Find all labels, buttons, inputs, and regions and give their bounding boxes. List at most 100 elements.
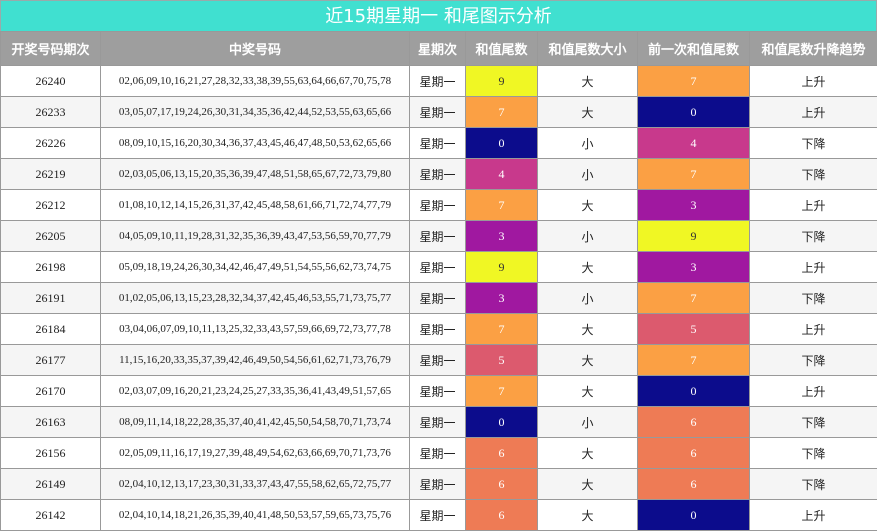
cell-prev-tail: 6: [638, 469, 750, 500]
cell-prev-tail: 3: [638, 190, 750, 221]
cell-tail: 6: [466, 438, 538, 469]
cell-issue: 26191: [1, 283, 101, 314]
cell-trend: 下降: [750, 438, 877, 469]
cell-numbers: 05,09,18,19,24,26,30,34,42,46,47,49,51,5…: [101, 252, 410, 283]
cell-prev-tail: 4: [638, 128, 750, 159]
table-row: 2622608,09,10,15,16,20,30,34,36,37,43,45…: [1, 128, 877, 159]
cell-size: 大: [538, 469, 638, 500]
cell-tail: 7: [466, 314, 538, 345]
cell-issue: 26219: [1, 159, 101, 190]
cell-issue: 26156: [1, 438, 101, 469]
cell-weekday: 星期一: [410, 97, 466, 128]
cell-trend: 上升: [750, 97, 877, 128]
cell-numbers: 03,05,07,17,19,24,26,30,31,34,35,36,42,4…: [101, 97, 410, 128]
table-row: 2615602,05,09,11,16,17,19,27,39,48,49,54…: [1, 438, 877, 469]
cell-numbers: 02,04,10,14,18,21,26,35,39,40,41,48,50,5…: [101, 500, 410, 531]
cell-tail: 0: [466, 128, 538, 159]
cell-size: 大: [538, 438, 638, 469]
cell-prev-tail: 3: [638, 252, 750, 283]
table-row: 2618403,04,06,07,09,10,11,13,25,32,33,43…: [1, 314, 877, 345]
cell-size: 小: [538, 283, 638, 314]
cell-issue: 26149: [1, 469, 101, 500]
cell-prev-tail: 6: [638, 407, 750, 438]
cell-trend: 上升: [750, 66, 877, 97]
cell-weekday: 星期一: [410, 66, 466, 97]
cell-trend: 上升: [750, 500, 877, 531]
cell-weekday: 星期一: [410, 314, 466, 345]
cell-size: 大: [538, 345, 638, 376]
cell-prev-tail: 6: [638, 438, 750, 469]
cell-weekday: 星期一: [410, 469, 466, 500]
cell-weekday: 星期一: [410, 283, 466, 314]
cell-prev-tail: 0: [638, 97, 750, 128]
cell-numbers: 11,15,16,20,33,35,37,39,42,46,49,50,54,5…: [101, 345, 410, 376]
cell-issue: 26212: [1, 190, 101, 221]
cell-size: 大: [538, 66, 638, 97]
cell-weekday: 星期一: [410, 500, 466, 531]
cell-prev-tail: 0: [638, 500, 750, 531]
cell-size: 小: [538, 128, 638, 159]
cell-weekday: 星期一: [410, 438, 466, 469]
cell-tail: 3: [466, 283, 538, 314]
header-trend: 和值尾数升降趋势: [750, 32, 877, 66]
cell-weekday: 星期一: [410, 190, 466, 221]
cell-size: 大: [538, 500, 638, 531]
cell-trend: 下降: [750, 407, 877, 438]
cell-issue: 26226: [1, 128, 101, 159]
cell-tail: 9: [466, 66, 538, 97]
header-prev-tail: 前一次和值尾数: [638, 32, 750, 66]
cell-trend: 上升: [750, 376, 877, 407]
table-header-row: 开奖号码期次 中奖号码 星期次 和值尾数 和值尾数大小 前一次和值尾数 和值尾数…: [1, 32, 877, 66]
cell-numbers: 02,06,09,10,16,21,27,28,32,33,38,39,55,6…: [101, 66, 410, 97]
cell-prev-tail: 7: [638, 66, 750, 97]
cell-trend: 下降: [750, 221, 877, 252]
table-row: 2619101,02,05,06,13,15,23,28,32,34,37,42…: [1, 283, 877, 314]
cell-prev-tail: 9: [638, 221, 750, 252]
table-row: 2621201,08,10,12,14,15,26,31,37,42,45,48…: [1, 190, 877, 221]
cell-trend: 下降: [750, 128, 877, 159]
cell-issue: 26198: [1, 252, 101, 283]
cell-tail: 3: [466, 221, 538, 252]
cell-issue: 26177: [1, 345, 101, 376]
cell-tail: 6: [466, 500, 538, 531]
header-issue: 开奖号码期次: [1, 32, 101, 66]
cell-tail: 6: [466, 469, 538, 500]
cell-numbers: 08,09,10,15,16,20,30,34,36,37,43,45,46,4…: [101, 128, 410, 159]
cell-numbers: 03,04,06,07,09,10,11,13,25,32,33,43,57,5…: [101, 314, 410, 345]
cell-tail: 7: [466, 97, 538, 128]
cell-size: 大: [538, 376, 638, 407]
cell-size: 大: [538, 97, 638, 128]
header-size: 和值尾数大小: [538, 32, 638, 66]
cell-prev-tail: 7: [638, 159, 750, 190]
table-row: 2614902,04,10,12,13,17,23,30,31,33,37,43…: [1, 469, 877, 500]
cell-tail: 5: [466, 345, 538, 376]
cell-numbers: 02,03,05,06,13,15,20,35,36,39,47,48,51,5…: [101, 159, 410, 190]
cell-size: 小: [538, 221, 638, 252]
cell-tail: 4: [466, 159, 538, 190]
header-numbers: 中奖号码: [101, 32, 410, 66]
cell-issue: 26184: [1, 314, 101, 345]
cell-numbers: 04,05,09,10,11,19,28,31,32,35,36,39,43,4…: [101, 221, 410, 252]
table-row: 2617002,03,07,09,16,20,21,23,24,25,27,33…: [1, 376, 877, 407]
cell-trend: 上升: [750, 190, 877, 221]
cell-weekday: 星期一: [410, 252, 466, 283]
cell-prev-tail: 0: [638, 376, 750, 407]
table-row: 2616308,09,11,14,18,22,28,35,37,40,41,42…: [1, 407, 877, 438]
table-row: 2617711,15,16,20,33,35,37,39,42,46,49,50…: [1, 345, 877, 376]
table-row: 2614202,04,10,14,18,21,26,35,39,40,41,48…: [1, 500, 877, 531]
cell-tail: 9: [466, 252, 538, 283]
cell-numbers: 02,05,09,11,16,17,19,27,39,48,49,54,62,6…: [101, 438, 410, 469]
cell-numbers: 01,02,05,06,13,15,23,28,32,34,37,42,45,4…: [101, 283, 410, 314]
cell-trend: 下降: [750, 159, 877, 190]
cell-trend: 下降: [750, 345, 877, 376]
cell-prev-tail: 5: [638, 314, 750, 345]
cell-trend: 下降: [750, 469, 877, 500]
cell-size: 大: [538, 252, 638, 283]
cell-numbers: 02,04,10,12,13,17,23,30,31,33,37,43,47,5…: [101, 469, 410, 500]
cell-weekday: 星期一: [410, 159, 466, 190]
table-row: 2623303,05,07,17,19,24,26,30,31,34,35,36…: [1, 97, 877, 128]
cell-issue: 26205: [1, 221, 101, 252]
cell-size: 大: [538, 190, 638, 221]
tail-analysis-table: 开奖号码期次 中奖号码 星期次 和值尾数 和值尾数大小 前一次和值尾数 和值尾数…: [0, 31, 877, 531]
cell-issue: 26163: [1, 407, 101, 438]
